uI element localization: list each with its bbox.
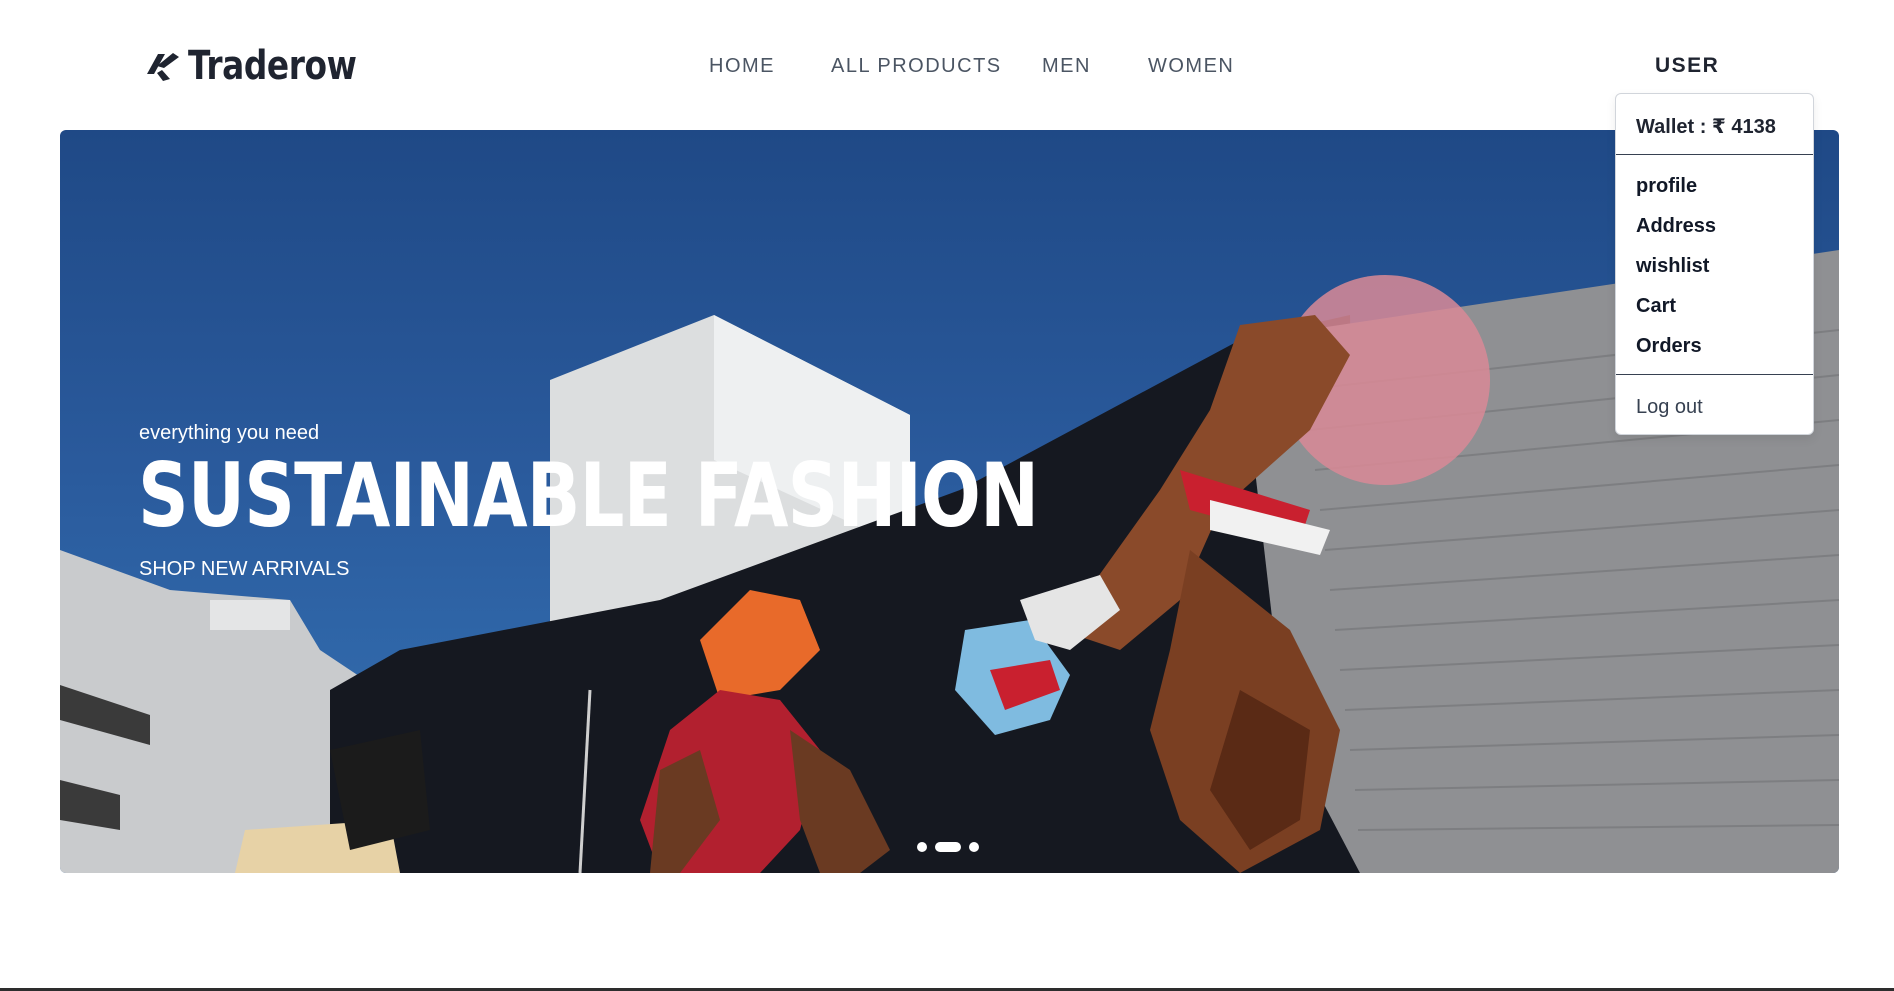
page: Traderow HOME ALL PRODUCTS MEN WOMEN USE…	[0, 0, 1894, 991]
menu-item-cart[interactable]: Cart	[1636, 293, 1676, 319]
site-header: Traderow HOME ALL PRODUCTS MEN WOMEN USE…	[0, 0, 1894, 130]
carousel-dot-2[interactable]	[935, 842, 961, 852]
menu-item-orders[interactable]: Orders	[1636, 333, 1702, 359]
hero-subtitle: everything you need	[139, 422, 320, 444]
logout-button[interactable]: Log out	[1636, 394, 1703, 420]
nav-women[interactable]: WOMEN	[1148, 52, 1234, 80]
user-dropdown-menu: Wallet : ₹ 4138 profile Address wishlist…	[1615, 93, 1814, 435]
nav-all-products[interactable]: ALL PRODUCTS	[831, 52, 1002, 80]
main-nav: HOME ALL PRODUCTS MEN WOMEN	[0, 52, 1894, 82]
nav-home[interactable]: HOME	[709, 52, 775, 80]
hero-carousel: everything you need SUSTAINABLE FASHION …	[60, 130, 1839, 873]
carousel-indicators	[917, 842, 979, 852]
menu-item-wishlist[interactable]: wishlist	[1636, 253, 1709, 279]
shop-new-arrivals-link[interactable]: SHOP NEW ARRIVALS	[139, 556, 349, 582]
nav-men[interactable]: MEN	[1042, 52, 1091, 80]
hero-title: SUSTAINABLE FASHION	[138, 444, 1039, 547]
menu-item-profile[interactable]: profile	[1636, 173, 1697, 199]
menu-divider	[1616, 154, 1813, 155]
carousel-dot-1[interactable]	[917, 842, 927, 852]
wallet-balance: Wallet : ₹ 4138	[1636, 116, 1776, 138]
carousel-dot-3[interactable]	[969, 842, 979, 852]
menu-item-address[interactable]: Address	[1636, 213, 1716, 239]
menu-divider	[1616, 374, 1813, 375]
user-menu-toggle[interactable]: USER	[1655, 52, 1719, 80]
